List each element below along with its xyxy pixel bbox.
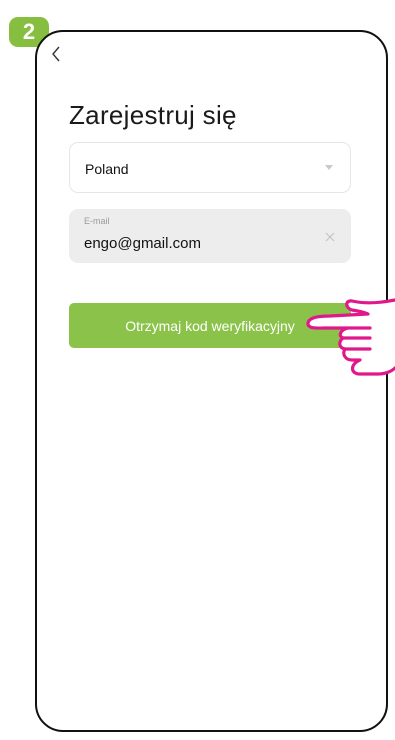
pointing-hand-icon bbox=[306, 298, 395, 376]
chevron-down-icon bbox=[325, 165, 333, 170]
step-number: 2 bbox=[22, 19, 36, 44]
email-label: E-mail bbox=[84, 216, 110, 226]
close-icon[interactable] bbox=[325, 232, 335, 242]
email-field[interactable]: E-mail engo@gmail.com bbox=[69, 209, 351, 263]
email-value: engo@gmail.com bbox=[84, 235, 201, 252]
back-chevron-icon[interactable] bbox=[48, 43, 64, 65]
country-value: Poland bbox=[85, 161, 129, 177]
page-title: Zarejestruj się bbox=[69, 100, 237, 130]
country-select[interactable]: Poland bbox=[69, 142, 351, 193]
